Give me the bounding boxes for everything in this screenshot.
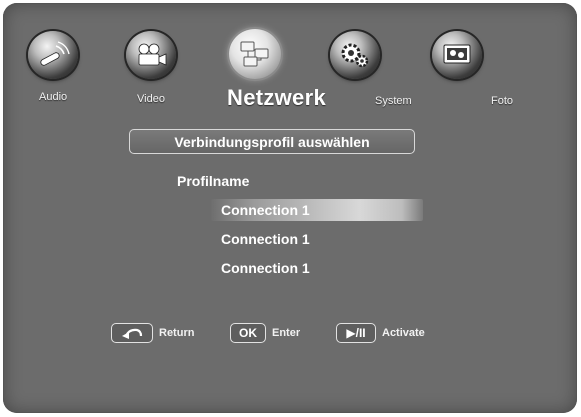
microphone-icon	[28, 31, 78, 79]
osd-screen: Audio Video Netzwerk System Foto Verbind…	[3, 3, 577, 413]
tab-foto[interactable]: Foto	[427, 19, 513, 109]
activate-hint[interactable]: ▶/II Activate	[336, 323, 425, 343]
network-icon	[229, 29, 281, 79]
top-tab-bar: Audio Video Netzwerk System Foto	[3, 3, 577, 123]
gears-icon	[330, 31, 380, 79]
tab-netzwerk-label: Netzwerk	[227, 85, 326, 110]
photo-icon	[432, 31, 482, 79]
tab-system-label: System	[375, 95, 412, 107]
play-pause-key: ▶/II	[336, 323, 376, 343]
activate-label: Activate	[382, 327, 425, 339]
profile-row[interactable]: Connection 1	[211, 228, 423, 250]
section-header: Verbindungsprofil auswählen	[129, 129, 415, 154]
profile-row-selected[interactable]: Connection 1	[211, 199, 423, 221]
tab-audio-label: Audio	[39, 91, 68, 103]
control-hints: Return OK Enter ▶/II Activate	[3, 319, 577, 349]
tab-video-label: Video	[137, 93, 165, 105]
tab-audio[interactable]: Audio	[23, 19, 93, 109]
tab-video[interactable]: Video	[121, 19, 191, 109]
tab-system[interactable]: System	[325, 19, 412, 109]
tab-foto-label: Foto	[491, 95, 514, 107]
enter-hint[interactable]: OK Enter	[230, 323, 300, 343]
return-label: Return	[159, 327, 195, 339]
ok-key: OK	[230, 323, 266, 343]
camera-icon	[126, 31, 176, 79]
profile-name-heading: Profilname	[177, 173, 250, 189]
return-arrow-icon	[111, 323, 153, 343]
enter-label: Enter	[272, 327, 301, 339]
profile-row[interactable]: Connection 1	[211, 257, 423, 279]
return-hint[interactable]: Return	[111, 323, 194, 343]
